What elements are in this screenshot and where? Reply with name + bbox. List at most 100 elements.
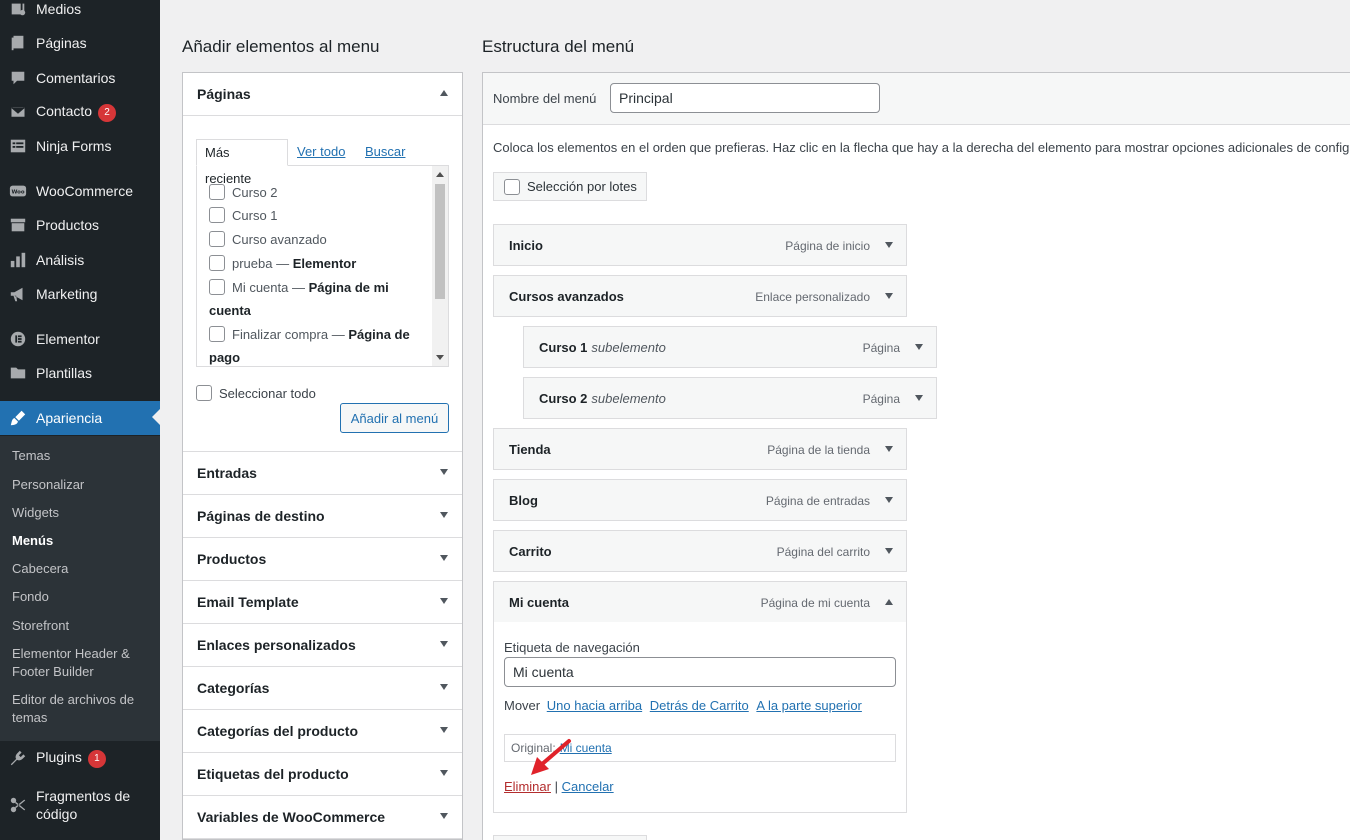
tab-buscar[interactable]: Buscar — [357, 139, 413, 166]
accordion-enlaces[interactable]: Enlaces personalizados — [183, 624, 462, 667]
toggle-arrow-icon[interactable] — [915, 395, 923, 401]
move-up-link[interactable]: Uno hacia arriba — [547, 698, 642, 713]
sidebar-item-comentarios[interactable]: Comentarios — [0, 61, 160, 95]
scroll-up-icon[interactable] — [436, 172, 444, 177]
cancel-link[interactable]: Cancelar — [562, 779, 614, 794]
tab-ver-todo[interactable]: Ver todo — [289, 139, 353, 166]
sidebar-item-ninja-forms[interactable]: Ninja Forms — [0, 129, 160, 163]
page-option[interactable]: Curso 1 — [209, 204, 421, 227]
checkbox[interactable] — [504, 178, 520, 195]
menu-item-curso-2[interactable]: Curso 2 subelemento Página — [523, 377, 937, 419]
tab-mas-reciente[interactable]: Más reciente — [196, 139, 288, 186]
submenu-item-theme-editor[interactable]: Editor de archivos de temas — [12, 691, 152, 727]
toggle-arrow-icon[interactable] — [915, 344, 923, 350]
submenu-item-menus[interactable]: Menús — [12, 532, 152, 550]
toggle-arrow-icon[interactable] — [885, 242, 893, 248]
expand-arrow-icon[interactable] — [440, 813, 448, 819]
accordion-paginas[interactable]: Páginas — [183, 73, 462, 116]
select-all-option[interactable]: Seleccionar todo — [196, 385, 316, 401]
sidebar-item-woocommerce[interactable]: Woo WooCommerce — [0, 174, 160, 208]
menu-name-input[interactable]: Principal — [610, 83, 880, 113]
submenu-item-hf-builder[interactable]: Elementor Header & Footer Builder — [12, 645, 152, 681]
expand-arrow-icon[interactable] — [440, 641, 448, 647]
accordion-etiquetas-producto[interactable]: Etiquetas del producto — [183, 753, 462, 796]
accordion-email-template[interactable]: Email Template — [183, 581, 462, 624]
menu-item-curso-1[interactable]: Curso 1 subelemento Página — [523, 326, 937, 368]
appearance-submenu: Temas Personalizar Widgets Menús Cabecer… — [0, 436, 160, 741]
sidebar-item-plantillas[interactable]: Plantillas — [0, 356, 160, 390]
bulk-select-toggle[interactable]: Selección por lotes — [493, 172, 647, 201]
page-option[interactable]: prueba — Elementor — [209, 252, 421, 275]
sidebar-item-analisis[interactable]: Análisis — [0, 243, 160, 277]
sidebar-item-medios[interactable]: Medios — [0, 0, 160, 26]
expand-arrow-icon[interactable] — [440, 469, 448, 475]
checkbox[interactable] — [209, 279, 225, 295]
move-under-carrito-link[interactable]: Detrás de Carrito — [650, 698, 749, 713]
accordion-entradas[interactable]: Entradas — [183, 452, 462, 495]
menu-name-label: Nombre del menú — [493, 91, 597, 106]
notification-badge: 1 — [87, 750, 106, 768]
accordion-paginas-destino[interactable]: Páginas de destino — [183, 495, 462, 538]
page-option[interactable]: Finalizar compra — Página de pago — [209, 323, 421, 366]
checkbox[interactable] — [196, 385, 212, 401]
sidebar-item-plugins[interactable]: Plugins 1 — [0, 741, 160, 775]
add-to-menu-button[interactable]: Añadir al menú — [340, 403, 449, 433]
expand-arrow-icon[interactable] — [440, 555, 448, 561]
expand-arrow-icon[interactable] — [440, 512, 448, 518]
page-option[interactable]: Mi cuenta — Página de mi cuenta — [209, 276, 421, 322]
annotation-arrow-icon — [531, 739, 571, 775]
sidebar-item-elementor[interactable]: Elementor — [0, 322, 160, 356]
checkbox[interactable] — [209, 326, 225, 342]
sidebar-item-fragmentos[interactable]: Fragmentos de código — [0, 783, 160, 827]
menu-item-tienda[interactable]: Tienda Página de la tienda — [493, 428, 907, 470]
page-option[interactable]: Curso avanzado — [209, 228, 421, 251]
analytics-icon — [0, 251, 36, 269]
submenu-item-temas[interactable]: Temas — [12, 447, 152, 465]
sidebar-item-apariencia[interactable]: Apariencia — [0, 401, 160, 435]
toggle-arrow-icon[interactable] — [885, 446, 893, 452]
submenu-item-storefront[interactable]: Storefront — [12, 617, 152, 635]
nav-label-input[interactable]: Mi cuenta — [504, 657, 896, 687]
menu-instructions: Coloca los elementos en el orden que pre… — [493, 140, 1350, 155]
submenu-item-widgets[interactable]: Widgets — [12, 504, 152, 522]
submenu-item-personalizar[interactable]: Personalizar — [12, 476, 152, 494]
accordion-productos[interactable]: Productos — [183, 538, 462, 581]
menu-item-mi-cuenta[interactable]: Mi cuenta Página de mi cuenta — [493, 581, 907, 623]
sidebar-item-contacto[interactable]: Contacto 2 — [0, 95, 160, 129]
menu-item-blog[interactable]: Blog Página de entradas — [493, 479, 907, 521]
submenu-item-fondo[interactable]: Fondo — [12, 588, 152, 606]
submenu-item-cabecera[interactable]: Cabecera — [12, 560, 152, 578]
sidebar-item-marketing[interactable]: Marketing — [0, 277, 160, 311]
expand-arrow-icon[interactable] — [440, 770, 448, 776]
expand-arrow-icon[interactable] — [440, 727, 448, 733]
menu-item-inicio[interactable]: Inicio Página de inicio — [493, 224, 907, 266]
checkbox[interactable] — [209, 207, 225, 223]
scroll-down-icon[interactable] — [436, 355, 444, 360]
collapse-arrow-icon[interactable] — [440, 90, 448, 96]
scroll-thumb[interactable] — [435, 184, 445, 299]
menu-item-cursos-avanzados[interactable]: Cursos avanzados Enlace personalizado — [493, 275, 907, 317]
toggle-arrow-icon[interactable] — [885, 599, 893, 605]
expand-arrow-icon[interactable] — [440, 598, 448, 604]
accordion-categorias-producto[interactable]: Categorías del producto — [183, 710, 462, 753]
accordion-variables-woo[interactable]: Variables de WooCommerce — [183, 796, 462, 839]
move-row: Mover Uno hacia arriba Detrás de Carrito… — [504, 698, 862, 713]
move-top-link[interactable]: A la parte superior — [756, 698, 862, 713]
checkbox[interactable] — [209, 255, 225, 271]
expand-arrow-icon[interactable] — [440, 684, 448, 690]
accordion-categorias[interactable]: Categorías — [183, 667, 462, 710]
toggle-arrow-icon[interactable] — [885, 497, 893, 503]
checklist-scrollbar[interactable] — [432, 166, 448, 366]
sidebar-item-paginas[interactable]: Páginas — [0, 26, 160, 60]
sidebar-item-productos[interactable]: Productos — [0, 208, 160, 242]
admin-sidebar: Medios Páginas Comentarios Contacto 2 Nin… — [0, 0, 160, 840]
toggle-arrow-icon[interactable] — [885, 293, 893, 299]
toggle-arrow-icon[interactable] — [885, 548, 893, 554]
forms-icon — [0, 137, 36, 155]
partial-button[interactable] — [493, 835, 647, 840]
brush-icon — [0, 409, 36, 427]
menu-item-carrito[interactable]: Carrito Página del carrito — [493, 530, 907, 572]
media-icon — [0, 0, 36, 18]
checkbox[interactable] — [209, 231, 225, 247]
delete-link[interactable]: Eliminar — [504, 779, 551, 794]
